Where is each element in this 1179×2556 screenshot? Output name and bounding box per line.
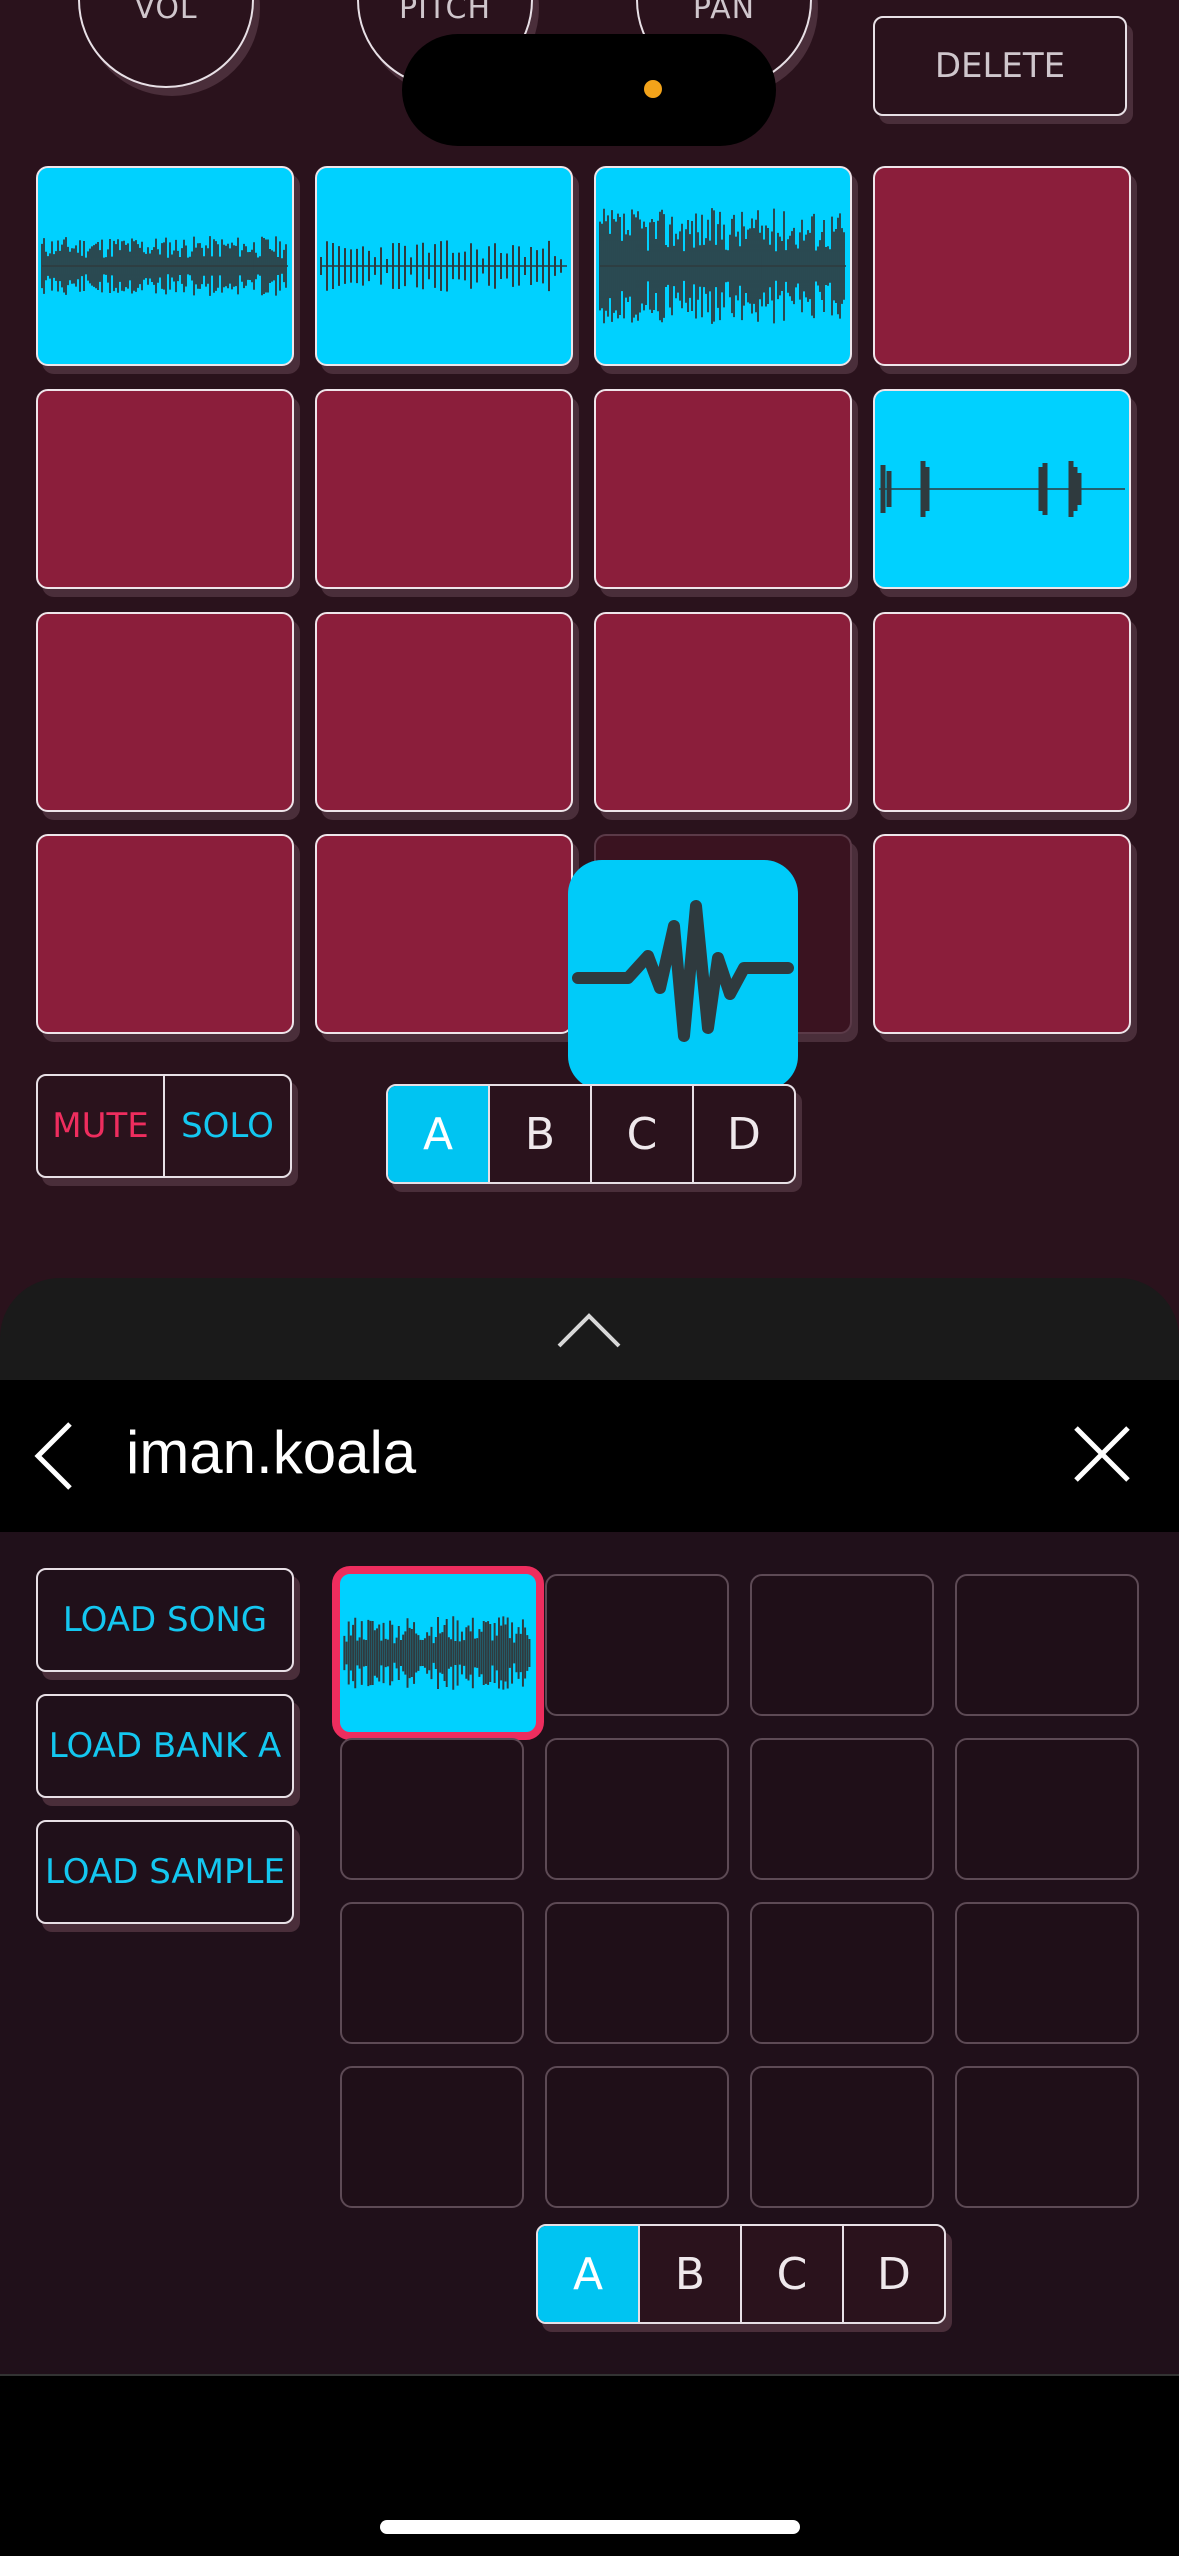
- bank-button-b[interactable]: B: [488, 1086, 590, 1182]
- volume-knob-label: VOL: [134, 0, 198, 26]
- sample-slot[interactable]: [750, 1902, 934, 2044]
- sample-slot[interactable]: [750, 2066, 934, 2208]
- sample-pad[interactable]: [873, 166, 1131, 366]
- pitch-knob-label: PITCH: [398, 0, 491, 26]
- sample-slot[interactable]: [955, 2066, 1139, 2208]
- sample-slot[interactable]: [545, 1574, 729, 1716]
- sample-pad[interactable]: [36, 389, 294, 589]
- chevron-left-icon[interactable]: [28, 1420, 78, 1492]
- sample-slot[interactable]: [340, 1738, 524, 1880]
- sample-pad[interactable]: [873, 612, 1131, 812]
- sample-pad[interactable]: [594, 389, 852, 589]
- sample-pad[interactable]: [315, 834, 573, 1034]
- volume-knob[interactable]: VOL: [78, 0, 254, 88]
- sample-pad[interactable]: [36, 834, 294, 1034]
- sample-slot[interactable]: [545, 2066, 729, 2208]
- bank-button-c[interactable]: C: [590, 1086, 692, 1182]
- sheet-title: iman.koala: [126, 1419, 417, 1486]
- waveform-thumbnail: [343, 1616, 531, 1690]
- sample-pad[interactable]: [873, 389, 1131, 589]
- sample-slot[interactable]: [750, 1738, 934, 1880]
- sample-slot[interactable]: [750, 1574, 934, 1716]
- waveform-icon[interactable]: [568, 860, 798, 1090]
- delete-button[interactable]: DELETE: [873, 16, 1127, 116]
- load-bank-button[interactable]: LOAD BANK A: [36, 1694, 294, 1798]
- sample-pad[interactable]: [594, 166, 852, 366]
- sample-slot[interactable]: [340, 2066, 524, 2208]
- load-song-button[interactable]: LOAD SONG: [36, 1568, 294, 1672]
- sample-pad[interactable]: [873, 834, 1131, 1034]
- recording-indicator-dot: [644, 80, 662, 98]
- sample-slot[interactable]: [332, 1566, 544, 1740]
- dynamic-island: [402, 34, 776, 146]
- sample-pad[interactable]: [36, 166, 294, 366]
- home-indicator[interactable]: [380, 2520, 800, 2534]
- sample-slot[interactable]: [955, 1902, 1139, 2044]
- sample-slot[interactable]: [955, 1738, 1139, 1880]
- sample-slot[interactable]: [340, 1902, 524, 2044]
- bank-selector: ABCD: [386, 1084, 796, 1184]
- sample-slot[interactable]: [545, 1902, 729, 2044]
- waveform-thumbnail: [320, 240, 567, 292]
- waveform-thumbnail: [879, 461, 1125, 517]
- mute-solo-group: MUTE SOLO: [36, 1074, 292, 1178]
- waveform-thumbnail: [41, 236, 288, 296]
- sample-slot[interactable]: [955, 1574, 1139, 1716]
- mute-button[interactable]: MUTE: [38, 1076, 163, 1176]
- chevron-up-icon[interactable]: [556, 1310, 622, 1350]
- sample-pad[interactable]: [36, 612, 294, 812]
- sample-slot[interactable]: [545, 1738, 729, 1880]
- bank-button-d[interactable]: D: [692, 1086, 794, 1182]
- sheet-bank-button-d[interactable]: D: [842, 2226, 944, 2322]
- sample-pad[interactable]: [315, 166, 573, 366]
- waveform-thumbnail: [599, 208, 846, 324]
- sheet-bank-button-c[interactable]: C: [740, 2226, 842, 2322]
- sheet-bank-button-b[interactable]: B: [638, 2226, 740, 2322]
- close-icon[interactable]: [1072, 1424, 1132, 1484]
- sheet-bank-selector: ABCD: [536, 2224, 946, 2324]
- sample-pad[interactable]: [315, 612, 573, 812]
- sample-pad[interactable]: [315, 389, 573, 589]
- pan-knob-label: PAN: [692, 0, 756, 26]
- sheet-bank-button-a[interactable]: A: [538, 2226, 638, 2322]
- bank-button-a[interactable]: A: [388, 1086, 488, 1182]
- load-sample-button[interactable]: LOAD SAMPLE: [36, 1820, 294, 1924]
- solo-button[interactable]: SOLO: [163, 1076, 290, 1176]
- sample-pad[interactable]: [594, 612, 852, 812]
